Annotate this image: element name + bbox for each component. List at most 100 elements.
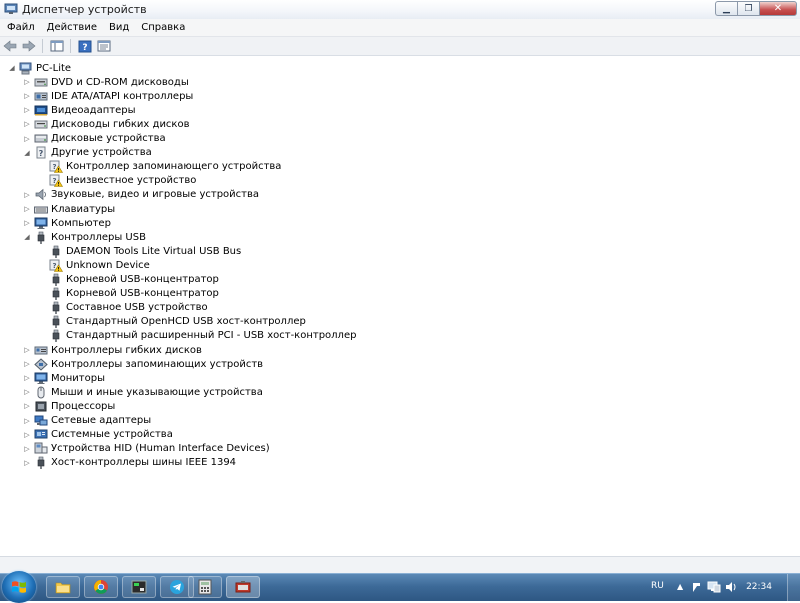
usb-plug-icon [49, 329, 63, 343]
tree-item[interactable]: ▷ Клавиатуры [22, 202, 115, 216]
keyboard-icon [34, 203, 48, 216]
action-center-icon[interactable] [691, 581, 703, 596]
start-button[interactable] [2, 571, 36, 603]
collapse-arrow-icon[interactable]: ◢ [22, 148, 32, 158]
tree-item-label: Корневой USB-концентратор [66, 274, 219, 285]
expand-arrow-icon[interactable]: ▷ [22, 444, 32, 454]
minimize-button[interactable]: ▁ [715, 1, 737, 16]
show-hide-console-tree-button[interactable] [48, 38, 66, 54]
expand-arrow-icon[interactable]: ▷ [22, 190, 32, 200]
expand-arrow-icon[interactable]: ▷ [22, 134, 32, 144]
taskbar-calculator-button[interactable] [188, 576, 222, 598]
maximize-button[interactable]: ❐ [737, 1, 759, 16]
collapse-arrow-icon[interactable]: ◢ [22, 232, 32, 242]
warning-device-icon: ? [49, 160, 63, 173]
expand-arrow-icon[interactable]: ▷ [22, 416, 32, 426]
tree-item[interactable]: ▷ IDE ATA/ATAPI контроллеры [22, 89, 193, 103]
tree-item[interactable]: ▷ Системные устройства [22, 428, 173, 442]
tree-item[interactable]: ▷ Сетевые адаптеры [22, 414, 151, 428]
forward-button[interactable] [20, 38, 38, 54]
device-manager-icon [4, 3, 18, 15]
collapse-arrow-icon[interactable]: ◢ [7, 63, 17, 73]
properties-button[interactable] [95, 38, 113, 54]
menu-action[interactable]: Действие [41, 19, 103, 36]
expand-arrow-icon[interactable]: ▷ [22, 387, 32, 397]
tree-item[interactable]: Стандартный OpenHCD USB хост-контроллер [37, 315, 306, 329]
tree-item[interactable]: ? Контроллер запоминающего устройства [37, 160, 281, 174]
folder-icon [55, 582, 71, 594]
tree-item[interactable]: ▷ Звуковые, видео и игровые устройства [22, 188, 259, 202]
expand-arrow-icon[interactable]: ▷ [22, 91, 32, 101]
tree-item[interactable]: ▷ Мониторы [22, 371, 105, 385]
monitor-icon [34, 372, 48, 385]
tree-item[interactable]: Корневой USB-концентратор [37, 287, 219, 301]
tree-item-label: Контроллер запоминающего устройства [66, 161, 282, 173]
tree-item-label: Мыши и иные указывающие устройства [51, 386, 263, 398]
monitor-icon [34, 217, 48, 230]
tree-item[interactable]: Составное USB устройство [37, 301, 208, 315]
expand-arrow-icon[interactable]: ▷ [22, 359, 32, 369]
expand-arrow-icon[interactable]: ▷ [22, 218, 32, 228]
tree-item[interactable]: ▷ Устройства HID (Human Interface Devices… [22, 442, 270, 456]
taskbar-chrome-button[interactable] [84, 576, 118, 598]
tree-item[interactable]: ? Неизвестное устройство [37, 174, 196, 188]
menu-help[interactable]: Справка [135, 19, 191, 36]
expand-arrow-icon[interactable]: ▷ [22, 204, 32, 214]
tree-item[interactable]: ▷ DVD и CD-ROM дисководы [22, 75, 188, 89]
expand-arrow-icon[interactable]: ▷ [22, 373, 32, 383]
warning-device-icon: ? [49, 174, 63, 188]
expand-arrow-icon[interactable]: ▷ [22, 77, 32, 87]
expand-arrow-icon[interactable]: ▷ [22, 458, 32, 468]
tree-item-label: Корневой USB-концентратор [66, 288, 219, 300]
tree-item[interactable]: ▷ Видеоадаптеры [22, 103, 135, 117]
tree-item[interactable]: ▷ Процессоры [22, 399, 115, 413]
tree-item[interactable]: ▷ Дисковые устройства [22, 132, 165, 146]
usb-plug-icon [34, 231, 48, 244]
clock[interactable]: 22:34 [746, 582, 772, 592]
show-desktop-button[interactable] [787, 574, 800, 601]
expand-arrow-icon[interactable]: ▷ [22, 430, 32, 440]
title-bar[interactable]: Диспетчер устройств ▁ ❐ ✕ [0, 0, 800, 20]
close-button[interactable]: ✕ [759, 1, 797, 16]
expand-arrow-icon[interactable]: ▷ [22, 345, 32, 355]
tree-item[interactable]: ▷ Контроллеры запоминающих устройств [22, 357, 263, 371]
tree-item[interactable]: ◢? Другие устройства [22, 146, 152, 160]
tree-item[interactable]: ▷ Дисководы гибких дисков [22, 117, 189, 131]
tree-item[interactable]: ▷ Мыши и иные указывающие устройства [22, 385, 263, 399]
tree-item[interactable]: Стандартный расширенный PCI - USB хост-к… [37, 329, 356, 343]
tree-item[interactable]: ◢ PC-Lite [7, 61, 71, 75]
menu-file[interactable]: Файл [0, 19, 41, 36]
volume-icon[interactable] [725, 581, 738, 596]
hid-icon [34, 442, 48, 455]
help-icon: ? [78, 40, 92, 53]
show-hidden-icons-icon[interactable]: ▲ [677, 582, 683, 591]
tree-item[interactable]: ▷ Компьютер [22, 216, 111, 230]
back-button[interactable] [1, 38, 19, 54]
window-controls: ▁ ❐ ✕ [715, 1, 797, 17]
tree-item[interactable]: ? Unknown Device [37, 258, 150, 272]
tree-item-label: Клавиатуры [51, 203, 116, 215]
taskbar-device-manager-button[interactable] [226, 576, 260, 598]
help-button[interactable]: ? [76, 38, 94, 54]
taskbar-explorer-button[interactable] [46, 576, 80, 598]
tree-item-label: Системные устройства [51, 429, 173, 441]
network-icon[interactable] [707, 581, 721, 596]
taskbar-app-button[interactable] [122, 576, 156, 598]
svg-text:?: ? [82, 43, 87, 53]
tree-item[interactable]: DAEMON Tools Lite Virtual USB Bus [37, 244, 241, 258]
device-tree[interactable]: ◢ PC-Lite ▷ DVD и CD-ROM дисководы ▷ IDE ATA/… [0, 56, 800, 556]
expand-arrow-icon[interactable]: ▷ [22, 119, 32, 129]
expand-arrow-icon[interactable]: ▷ [22, 105, 32, 115]
tree-item[interactable]: ▷ Контроллеры гибких дисков [22, 343, 202, 357]
warning-device-icon: ? [49, 259, 63, 272]
language-indicator[interactable]: RU [651, 581, 664, 591]
svg-text:?: ? [39, 149, 44, 158]
tree-item[interactable]: ▷ Хост-контроллеры шины IEEE 1394 [22, 456, 236, 470]
tree-item[interactable]: Корневой USB-концентратор [37, 273, 219, 287]
menu-view[interactable]: Вид [103, 19, 135, 36]
tree-item[interactable]: ◢ Контроллеры USB [22, 230, 146, 244]
expand-arrow-icon[interactable]: ▷ [22, 401, 32, 411]
